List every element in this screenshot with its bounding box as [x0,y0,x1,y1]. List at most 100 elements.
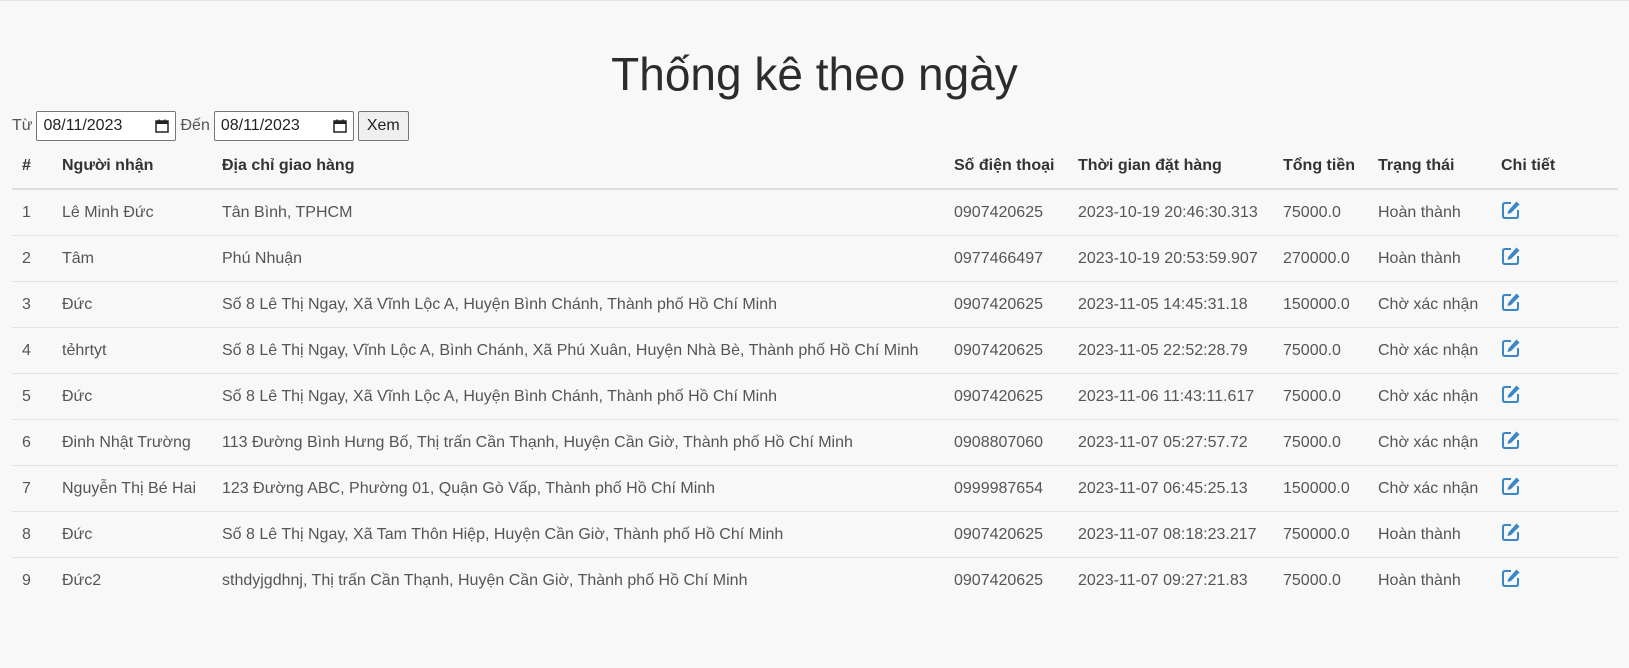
cell-total: 150000.0 [1273,281,1368,328]
header-phone: Số điện thoại [944,144,1068,190]
header-status: Trạng thái [1368,144,1491,190]
cell-phone: 0907420625 [944,327,1068,374]
cell-status: Hoàn thành [1378,203,1461,221]
cell-address: Số 8 Lê Thị Ngay, Xã Vĩnh Lộc A, Huyện B… [212,373,944,420]
cell-no: 3 [12,281,52,328]
header-recipient: Người nhận [52,144,212,190]
to-date-input[interactable]: 08/11/2023 [213,111,354,141]
cell-address: 113 Đường Bình Hưng Bố, Thị trấn Cần Thạ… [212,419,944,466]
table-row: 8 Đức Số 8 Lê Thị Ngay, Xã Tam Thôn Hiệp, … [12,511,1618,558]
from-date-value: 08/11/2023 [43,117,123,134]
cell-total: 75000.0 [1273,327,1368,374]
cell-address: Số 8 Lê Thị Ngay, Xã Tam Thôn Hiệp, Huyệ… [212,511,944,558]
cell-detail [1491,327,1618,374]
header-order-time: Thời gian đặt hàng [1068,144,1273,190]
cell-order-time: 2023-11-05 14:45:31.18 [1068,281,1273,328]
cell-order-time: 2023-10-19 20:53:59.907 [1068,235,1273,282]
cell-total: 75000.0 [1273,419,1368,466]
cell-address: sthdyjgdhnj, Thị trấn Cần Thạnh, Huyện C… [212,557,944,603]
table-row: 9 Đức2 sthdyjgdhnj, Thị trấn Cần Thạnh, Hu… [12,557,1618,603]
cell-detail [1491,373,1618,420]
cell-address: Tân Bình, TPHCM [222,203,353,221]
cell-order-time: 2023-11-05 22:52:28.79 [1068,327,1273,374]
cell-recipient: Nguyễn Thị Bé Hai [52,465,212,512]
cell-phone: 0999987654 [944,465,1068,512]
date-filter: Từ 08/11/2023 Đến 08/11/2023 Xem [12,111,409,141]
cell-order-time: 2023-11-06 11:43:11.617 [1068,373,1273,420]
table-row: 7 Nguyễn Thị Bé Hai 123 Đường ABC, Phường … [12,465,1618,512]
cell-no: 9 [12,557,52,603]
cell-detail [1491,557,1618,603]
to-label: Đến [180,117,210,134]
cell-phone: 0977466497 [944,235,1068,282]
cell-detail [1491,511,1618,558]
header-address: Địa chỉ giao hàng [212,144,944,190]
edit-icon[interactable] [1501,246,1521,266]
cell-detail [1491,281,1618,328]
cell-total: 75000.0 [1273,557,1368,603]
cell-phone: 0907420625 [944,511,1068,558]
cell-order-time: 2023-11-07 09:27:21.83 [1068,557,1273,603]
cell-address: Số 8 Lê Thị Ngay, Xã Vĩnh Lộc A, Huyện B… [212,281,944,328]
cell-total: 150000.0 [1273,465,1368,512]
table-row: 2 Tâm Phú Nhuận 0977466497 2023-10-19 20:53:… [12,235,1618,282]
cell-detail [1491,465,1618,512]
cell-status: Hoàn thành [1368,557,1491,603]
cell-address: 123 Đường ABC, Phường 01, Quận Gò Vấp, T… [212,465,944,512]
from-date-input[interactable]: 08/11/2023 [36,111,177,141]
edit-icon[interactable] [1501,568,1521,588]
cell-total: 75000.0 [1283,203,1341,221]
cell-phone: 0907420625 [944,373,1068,420]
cell-status: Chờ xác nhận [1368,465,1491,512]
cell-total: 270000.0 [1273,235,1368,282]
cell-address: Phú Nhuận [212,235,944,282]
cell-recipient: Đức [52,373,212,420]
page-title: Thống kê theo ngày [611,48,1018,100]
cell-recipient: Lê Minh Đức [62,203,154,221]
edit-icon[interactable] [1501,292,1521,312]
cell-status: Chờ xác nhận [1368,373,1491,420]
cell-phone: 0907420625 [944,281,1068,328]
view-button[interactable]: Xem [357,111,409,141]
cell-status: Chờ xác nhận [1368,281,1491,328]
cell-status: Chờ xác nhận [1368,327,1491,374]
table-row: 1 Lê Minh Đức Tân Bình, TPHCM 0907420625 202… [12,189,1618,236]
cell-recipient: Đức2 [52,557,212,603]
cell-no: 6 [12,419,52,466]
cell-no: 1 [22,203,31,221]
cell-recipient: tẻhrtyt [52,327,212,374]
edit-icon[interactable] [1501,384,1521,404]
cell-status: Hoàn thành [1368,235,1491,282]
cell-recipient: Đinh Nhật Trường [52,419,212,466]
cell-recipient: Tâm [52,235,212,282]
cell-no: 8 [12,511,52,558]
edit-icon[interactable] [1501,430,1521,450]
cell-phone: 0907420625 [944,557,1068,603]
cell-recipient: Đức [52,511,212,558]
table-row: 3 Đức Số 8 Lê Thị Ngay, Xã Vĩnh Lộc A, Huy… [12,281,1618,328]
edit-icon[interactable] [1501,522,1521,542]
cell-order-time: 2023-10-19 20:46:30.313 [1078,203,1258,221]
cell-total: 750000.0 [1273,511,1368,558]
cell-status: Chờ xác nhận [1368,419,1491,466]
from-label: Từ [12,117,33,134]
orders-table: # Người nhận Địa chỉ giao hàng Số điện t… [12,144,1618,603]
edit-icon[interactable] [1501,200,1521,220]
calendar-icon[interactable] [333,119,347,133]
table-row: 5 Đức Số 8 Lê Thị Ngay, Xã Vĩnh Lộc A, Huy… [12,373,1618,420]
cell-phone: 0907420625 [954,203,1043,221]
cell-status: Hoàn thành [1368,511,1491,558]
header-total: Tổng tiền [1273,144,1368,190]
cell-total: 75000.0 [1273,373,1368,420]
edit-icon[interactable] [1501,338,1521,358]
edit-icon[interactable] [1501,476,1521,496]
cell-detail [1491,189,1618,236]
cell-phone: 0908807060 [944,419,1068,466]
cell-no: 5 [12,373,52,420]
cell-detail [1491,235,1618,282]
calendar-icon[interactable] [155,119,170,133]
cell-no: 4 [12,327,52,374]
header-detail: Chi tiết [1491,144,1618,190]
cell-no: 2 [12,235,52,282]
to-date-value: 08/11/2023 [220,117,300,134]
